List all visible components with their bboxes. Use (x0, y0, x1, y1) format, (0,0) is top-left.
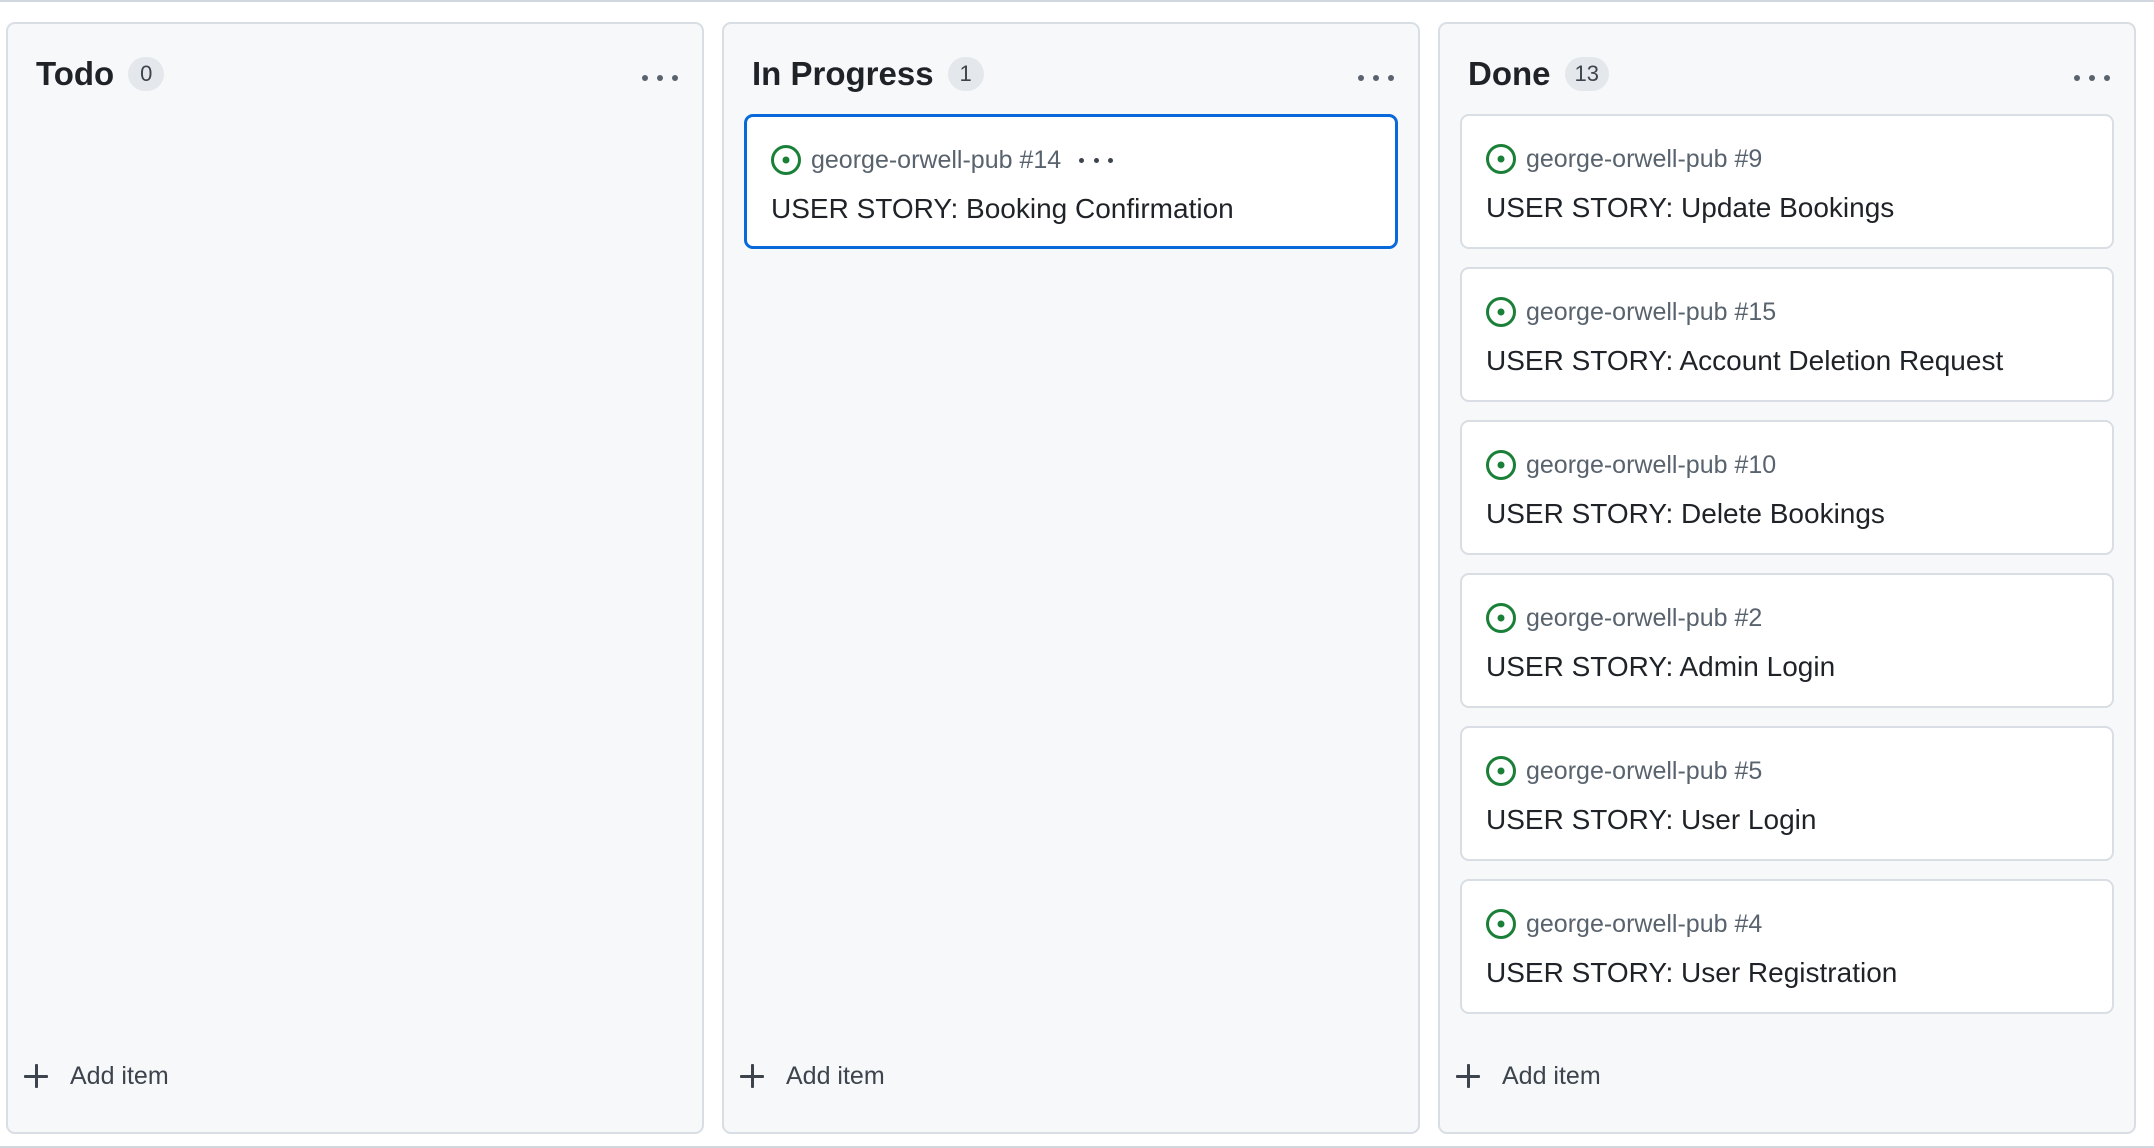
column-title-text: In Progress (752, 55, 934, 92)
plus-icon (24, 1064, 48, 1088)
card-meta: george-orwell-pub #2 (1486, 601, 1762, 635)
card-repo: george-orwell-pub #5 (1526, 756, 1763, 785)
issue-card[interactable]: george-orwell-pub #9 USER STORY: Update … (1460, 114, 2114, 249)
column-header: In Progress 1 (724, 24, 1418, 120)
card-repo: george-orwell-pub #2 (1526, 603, 1763, 632)
column-title-text: Todo (36, 55, 115, 92)
kebab-dot (672, 75, 678, 81)
issue-card[interactable]: george-orwell-pub #5 USER STORY: User Lo… (1460, 726, 2114, 861)
card-repo: george-orwell-pub #9 (1526, 144, 1763, 173)
card-title[interactable]: USER STORY: Account Deletion Request (1486, 343, 2003, 379)
kebab-dot (1093, 157, 1099, 163)
issue-opened-icon (1486, 603, 1516, 633)
add-item-label: Add item (70, 1061, 169, 1090)
kebab-dot (1108, 157, 1114, 163)
issue-card[interactable]: george-orwell-pub #14 USER STORY: Bookin… (744, 114, 1398, 249)
issue-opened-icon (1486, 297, 1516, 327)
column-count-badge: 0 (128, 57, 165, 91)
card-repo: george-orwell-pub #15 (1526, 297, 1777, 326)
card-title[interactable]: USER STORY: Delete Bookings (1486, 496, 1885, 532)
column-count-badge: 1 (947, 57, 984, 91)
project-board: Todo 0 Add item In Progress 1 george-orw… (0, 0, 2154, 1148)
add-item-button[interactable]: Add item (738, 1058, 885, 1094)
column-menu-button[interactable] (2074, 72, 2110, 84)
issue-opened-icon (1486, 144, 1516, 174)
card-title[interactable]: USER STORY: Admin Login (1486, 649, 1835, 685)
column-header: Todo 0 (8, 24, 702, 120)
card-meta: george-orwell-pub #4 (1486, 907, 1762, 941)
add-item-button[interactable]: Add item (22, 1058, 169, 1094)
issue-card[interactable]: george-orwell-pub #15 USER STORY: Accoun… (1460, 267, 2114, 402)
issue-opened-icon (1486, 909, 1516, 939)
card-title[interactable]: USER STORY: User Registration (1486, 955, 1897, 991)
column-menu-button[interactable] (642, 72, 678, 84)
kebab-horizontal-icon (1079, 157, 1085, 163)
kebab-dot (1373, 75, 1379, 81)
kebab-dot (2089, 75, 2095, 81)
column-cards[interactable]: george-orwell-pub #9 USER STORY: Update … (1460, 114, 2114, 1032)
column-todo: Todo 0 Add item (6, 22, 704, 1134)
kebab-dot (2104, 75, 2110, 81)
kebab-horizontal-icon (1358, 75, 1364, 81)
card-meta: george-orwell-pub #15 (1486, 295, 1776, 329)
card-repo: george-orwell-pub #4 (1526, 909, 1763, 938)
card-meta: george-orwell-pub #10 (1486, 448, 1776, 482)
card-meta: george-orwell-pub #9 (1486, 142, 1762, 176)
card-meta: george-orwell-pub #14 (771, 143, 1114, 177)
kebab-horizontal-icon (2074, 75, 2080, 81)
column-title: Todo 0 (36, 54, 165, 94)
column-title-text: Done (1468, 55, 1551, 92)
card-title[interactable]: USER STORY: Booking Confirmation (771, 191, 1234, 227)
column-done: Done 13 george-orwell-pub #9 USER STORY: … (1438, 22, 2136, 1134)
card-repo: george-orwell-pub #10 (1526, 450, 1777, 479)
column-header: Done 13 (1440, 24, 2134, 120)
kebab-horizontal-icon (642, 75, 648, 81)
kebab-dot (657, 75, 663, 81)
column-in-progress: In Progress 1 george-orwell-pub #14 USER … (722, 22, 1420, 1134)
card-menu-button[interactable] (1079, 156, 1114, 164)
column-menu-button[interactable] (1358, 72, 1394, 84)
issue-card[interactable]: george-orwell-pub #4 USER STORY: User Re… (1460, 879, 2114, 1014)
issue-opened-icon (1486, 756, 1516, 786)
column-cards (28, 114, 682, 1032)
card-title[interactable]: USER STORY: Update Bookings (1486, 190, 1894, 226)
add-item-button[interactable]: Add item (1454, 1058, 1601, 1094)
issue-opened-icon (771, 145, 801, 175)
card-title[interactable]: USER STORY: User Login (1486, 802, 1816, 838)
column-cards: george-orwell-pub #14 USER STORY: Bookin… (744, 114, 1398, 1032)
add-item-label: Add item (786, 1061, 885, 1090)
column-count-badge: 13 (1564, 57, 1609, 91)
card-repo: george-orwell-pub #14 (811, 145, 1062, 174)
kebab-dot (1388, 75, 1394, 81)
plus-icon (740, 1064, 764, 1088)
issue-opened-icon (1486, 450, 1516, 480)
add-item-label: Add item (1502, 1061, 1601, 1090)
column-title: Done 13 (1468, 54, 1609, 94)
card-meta: george-orwell-pub #5 (1486, 754, 1762, 788)
column-title: In Progress 1 (752, 54, 984, 94)
issue-card[interactable]: george-orwell-pub #10 USER STORY: Delete… (1460, 420, 2114, 555)
plus-icon (1456, 1064, 1480, 1088)
issue-card[interactable]: george-orwell-pub #2 USER STORY: Admin L… (1460, 573, 2114, 708)
